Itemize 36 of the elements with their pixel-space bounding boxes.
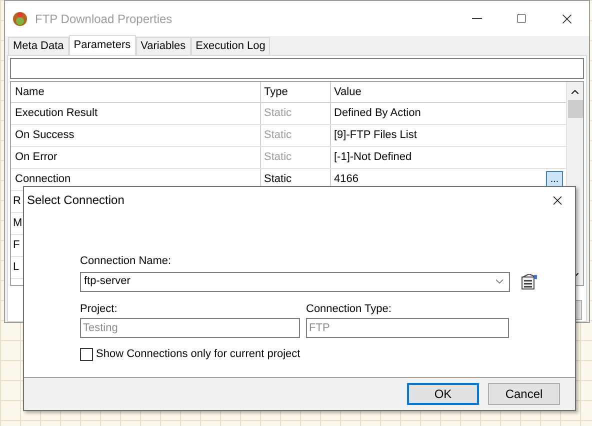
table-cell: Static <box>261 147 331 168</box>
table-cell: On Error <box>11 147 261 168</box>
table-cell-text: [-1]-Not Defined <box>334 150 412 166</box>
tab[interactable]: Meta Data <box>8 37 69 55</box>
dialog-button[interactable]: Cancel <box>488 383 560 405</box>
connection-name-dropdown[interactable]: ftp-server <box>80 272 510 292</box>
window-title: FTP Download Properties <box>35 10 172 28</box>
field-label: Project: <box>80 302 118 316</box>
column-header[interactable]: Name <box>11 82 261 102</box>
checkbox-label: Show Connections only for current project <box>96 347 300 362</box>
table-cell: Execution Result <box>11 103 261 124</box>
table-cell: Static <box>261 103 331 124</box>
table-cell-text: R <box>13 194 21 210</box>
table-cell-text: F <box>13 238 20 254</box>
table-cell-text: L <box>13 260 20 276</box>
column-header[interactable]: Value <box>331 82 566 102</box>
field-label: Connection Type: <box>306 302 392 316</box>
maximize-icon <box>516 13 527 24</box>
table-cell-text: 4166 <box>334 172 358 188</box>
table-cell: On Success <box>11 125 261 146</box>
checkbox[interactable] <box>80 348 93 361</box>
field-label: Connection Name: <box>80 254 172 269</box>
dialog-button[interactable]: OK <box>407 383 479 405</box>
dialog-title: Select Connection <box>27 192 124 209</box>
table-cell: Static <box>261 125 331 146</box>
scroll-thumb[interactable] <box>568 100 582 118</box>
tab[interactable]: Variables <box>136 37 191 55</box>
tab[interactable]: Execution Log <box>190 37 270 55</box>
tab[interactable]: Parameters <box>68 35 136 55</box>
table-cell-text: [9]-FTP Files List <box>334 128 417 144</box>
column-header[interactable]: Type <box>261 82 331 102</box>
table-cell-text: M <box>13 216 22 232</box>
minimize-icon <box>472 18 482 19</box>
filter-field[interactable] <box>10 58 584 79</box>
form-icon[interactable] <box>520 274 538 290</box>
table-cell-text: Defined By Action <box>334 106 421 122</box>
